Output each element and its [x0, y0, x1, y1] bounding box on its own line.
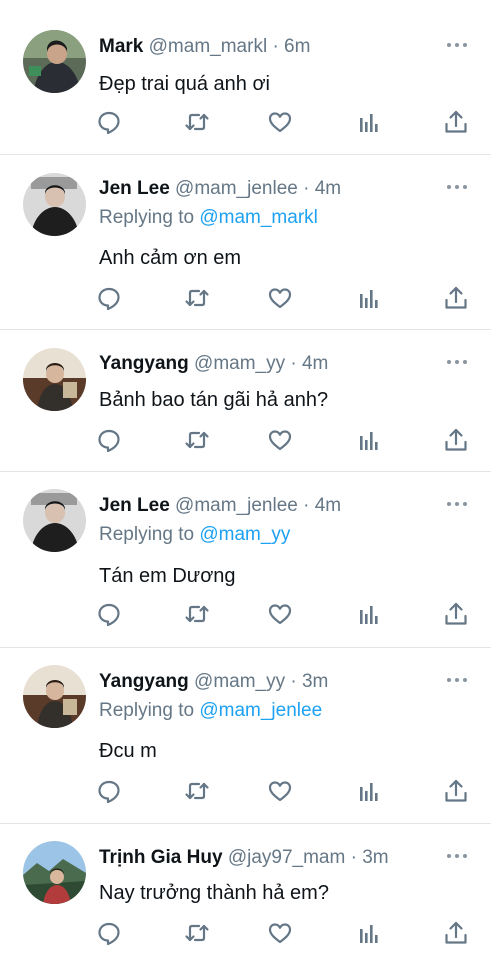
- heart-icon[interactable]: [267, 427, 293, 453]
- tweet-header: Jen Lee @mam_jenlee · 4m: [99, 495, 431, 517]
- tweet-header: Mark @mam_markl · 6m: [99, 36, 431, 58]
- avatar[interactable]: [23, 348, 86, 411]
- display-name[interactable]: Trịnh Gia Huy: [99, 847, 223, 868]
- more-icon[interactable]: [447, 502, 469, 508]
- analytics-icon[interactable]: [355, 427, 381, 453]
- replying-to: Replying to @mam_yy: [99, 524, 290, 546]
- reply-icon[interactable]: [96, 778, 122, 804]
- tweet-header: Trịnh Gia Huy @jay97_mam · 3m: [99, 847, 431, 869]
- analytics-icon[interactable]: [355, 778, 381, 804]
- replying-to: Replying to @mam_markl: [99, 207, 318, 229]
- analytics-icon[interactable]: [355, 920, 381, 946]
- tweet-actions: [0, 601, 491, 627]
- reply-icon[interactable]: [96, 109, 122, 135]
- replying-to-label: Replying to: [99, 207, 200, 228]
- tweet-actions: [0, 109, 491, 135]
- reply-icon[interactable]: [96, 285, 122, 311]
- display-name[interactable]: Jen Lee: [99, 495, 170, 516]
- handle-and-time[interactable]: @mam_yy · 3m: [194, 671, 328, 692]
- tweet-header: Jen Lee @mam_jenlee · 4m: [99, 178, 431, 200]
- reply-icon[interactable]: [96, 601, 122, 627]
- share-icon[interactable]: [443, 109, 469, 135]
- share-icon[interactable]: [443, 601, 469, 627]
- avatar[interactable]: [23, 841, 86, 904]
- analytics-icon[interactable]: [355, 601, 381, 627]
- more-icon[interactable]: [447, 678, 469, 684]
- tweet[interactable]: Mark @mam_markl · 6m Đẹp trai quá anh ơi: [0, 0, 491, 155]
- more-icon[interactable]: [447, 360, 469, 366]
- heart-icon[interactable]: [267, 109, 293, 135]
- analytics-icon[interactable]: [355, 285, 381, 311]
- replying-to-label: Replying to: [99, 700, 200, 721]
- reply-icon[interactable]: [96, 427, 122, 453]
- handle-and-time[interactable]: @mam_yy · 4m: [194, 353, 328, 374]
- tweet-text: Bảnh bao tán gãi hả anh?: [99, 389, 329, 411]
- retweet-icon[interactable]: [184, 427, 210, 453]
- replying-to-handle[interactable]: @mam_markl: [199, 207, 318, 228]
- heart-icon[interactable]: [267, 778, 293, 804]
- tweet[interactable]: Yangyang @mam_yy · 3m Replying to @mam_j…: [0, 648, 491, 824]
- display-name[interactable]: Jen Lee: [99, 178, 170, 199]
- handle-and-time[interactable]: @mam_markl · 6m: [149, 36, 311, 57]
- share-icon[interactable]: [443, 427, 469, 453]
- more-icon[interactable]: [447, 854, 469, 860]
- heart-icon[interactable]: [267, 920, 293, 946]
- reply-icon[interactable]: [96, 920, 122, 946]
- retweet-icon[interactable]: [184, 920, 210, 946]
- tweet-text: Nay trưởng thành hả em?: [99, 882, 329, 904]
- retweet-icon[interactable]: [184, 285, 210, 311]
- replying-to-handle[interactable]: @mam_jenlee: [199, 700, 322, 721]
- tweet[interactable]: Jen Lee @mam_jenlee · 4m Replying to @ma…: [0, 472, 491, 648]
- replying-to: Replying to @mam_jenlee: [99, 700, 322, 722]
- tweet[interactable]: Jen Lee @mam_jenlee · 4m Replying to @ma…: [0, 155, 491, 330]
- tweet[interactable]: Yangyang @mam_yy · 4m Bảnh bao tán gãi h…: [0, 330, 491, 472]
- tweet-actions: [0, 920, 491, 946]
- tweet-text: Đcu m: [99, 740, 157, 762]
- tweet-text: Tán em Dương: [99, 565, 236, 587]
- handle-and-time[interactable]: @jay97_mam · 3m: [228, 847, 389, 868]
- retweet-icon[interactable]: [184, 601, 210, 627]
- tweet-actions: [0, 778, 491, 804]
- more-icon[interactable]: [447, 43, 469, 49]
- tweet-actions: [0, 427, 491, 453]
- tweet-header: Yangyang @mam_yy · 3m: [99, 671, 431, 693]
- tweet-text: Anh cảm ơn em: [99, 247, 242, 269]
- replying-to-label: Replying to: [99, 524, 200, 545]
- handle-and-time[interactable]: @mam_jenlee · 4m: [175, 495, 341, 516]
- share-icon[interactable]: [443, 920, 469, 946]
- avatar[interactable]: [23, 489, 86, 552]
- analytics-icon[interactable]: [355, 109, 381, 135]
- heart-icon[interactable]: [267, 601, 293, 627]
- tweet-header: Yangyang @mam_yy · 4m: [99, 353, 431, 375]
- avatar[interactable]: [23, 173, 86, 236]
- avatar[interactable]: [23, 665, 86, 728]
- avatar[interactable]: [23, 30, 86, 93]
- heart-icon[interactable]: [267, 285, 293, 311]
- display-name[interactable]: Yangyang: [99, 353, 189, 374]
- handle-and-time[interactable]: @mam_jenlee · 4m: [175, 178, 341, 199]
- display-name[interactable]: Yangyang: [99, 671, 189, 692]
- share-icon[interactable]: [443, 778, 469, 804]
- tweet-text: Đẹp trai quá anh ơi: [99, 73, 270, 95]
- replying-to-handle[interactable]: @mam_yy: [199, 524, 290, 545]
- tweet-actions: [0, 285, 491, 311]
- display-name[interactable]: Mark: [99, 36, 143, 57]
- share-icon[interactable]: [443, 285, 469, 311]
- more-icon[interactable]: [447, 185, 469, 191]
- retweet-icon[interactable]: [184, 109, 210, 135]
- retweet-icon[interactable]: [184, 778, 210, 804]
- tweet[interactable]: Trịnh Gia Huy @jay97_mam · 3m Nay trưởng…: [0, 824, 491, 960]
